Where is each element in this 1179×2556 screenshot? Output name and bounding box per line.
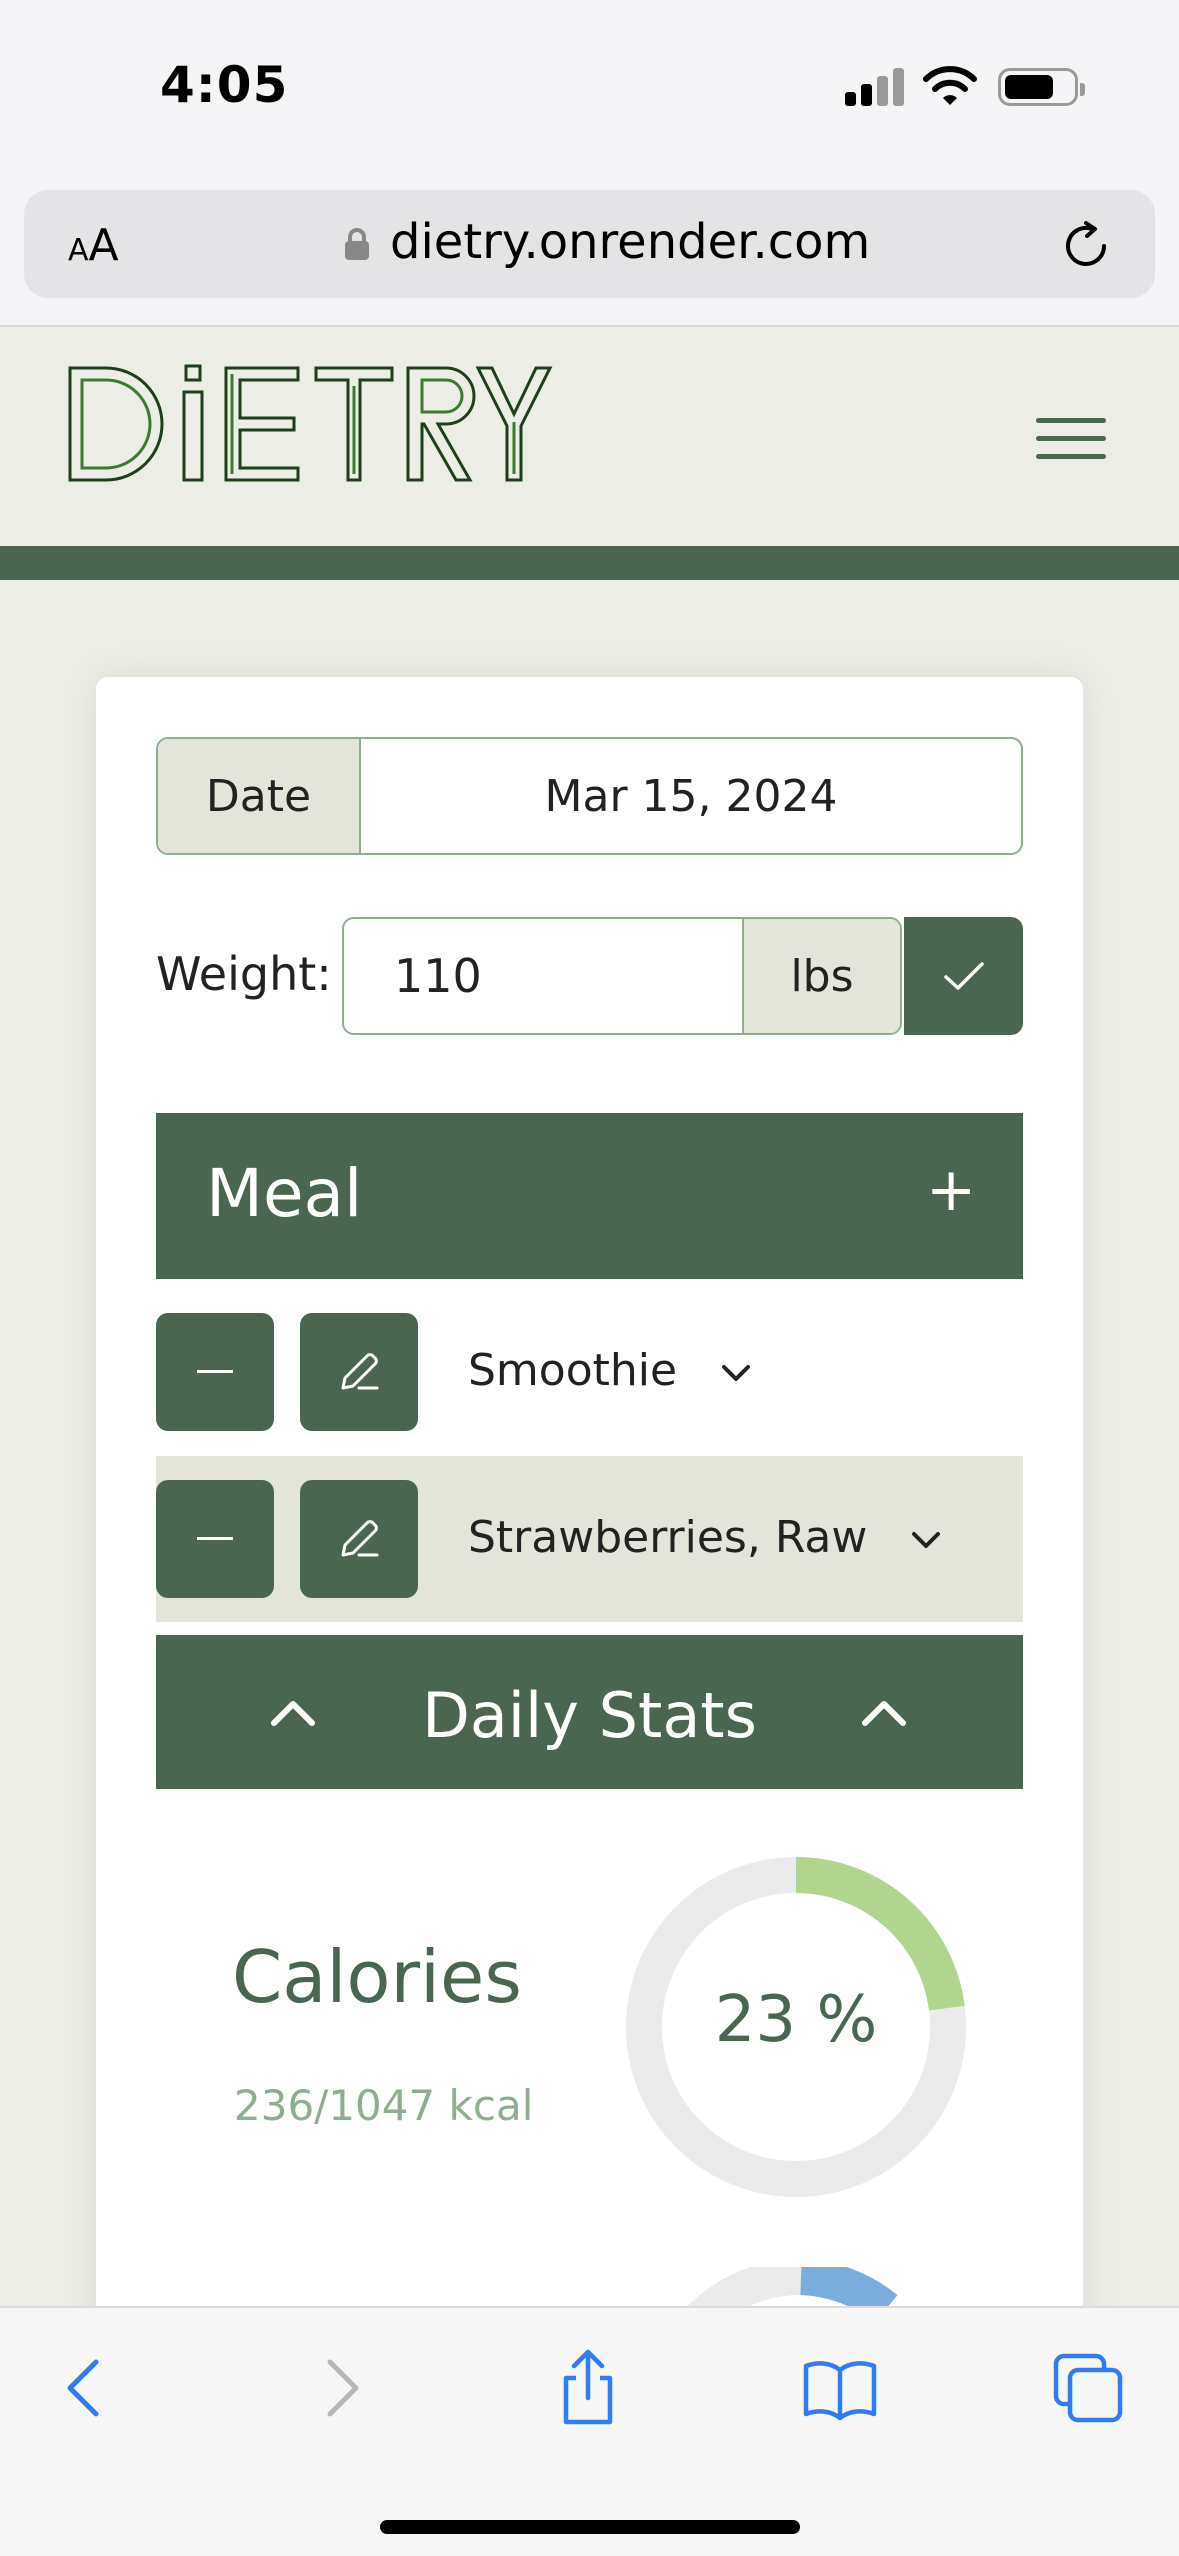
date-value[interactable]: Mar 15, 2024 [361,739,1021,853]
text-size-button[interactable]: AA [68,220,119,271]
meal-item: Strawberries, Raw [156,1456,1023,1622]
minus-icon [197,1370,233,1373]
date-picker[interactable]: Date Mar 15, 2024 [156,737,1023,855]
remove-item-button[interactable] [156,1313,274,1431]
wifi-icon [923,66,977,105]
address-bar[interactable]: AA dietry.onrender.com [24,190,1155,298]
forward-icon[interactable] [300,2348,380,2428]
calories-summary: 236/1047 kcal [234,2081,534,2130]
status-bar: 4:05 [0,0,1179,170]
tabs-icon[interactable] [1048,2348,1128,2428]
calories-title: Calories [232,1935,522,2019]
header-divider-band [0,546,1179,580]
meal-item-label[interactable]: Strawberries, Raw [468,1512,941,1563]
site-logo[interactable] [66,362,556,486]
daily-stats-toggle[interactable]: Daily Stats [156,1635,1023,1789]
home-indicator[interactable] [380,2520,800,2534]
weight-unit: lbs [742,919,900,1033]
chevron-down-icon [722,1365,751,1381]
edit-item-button[interactable] [300,1313,418,1431]
browser-toolbar [0,2306,1179,2556]
weight-label: Weight: [156,947,332,1001]
meal-header: Meal + [156,1113,1023,1279]
chevron-down-icon [912,1532,941,1548]
calories-percent: 23 % [714,1983,878,2057]
chevron-up-icon [862,1701,906,1726]
pencil-icon [341,1520,379,1557]
status-time: 4:05 [160,56,289,114]
save-weight-button[interactable] [904,917,1023,1035]
add-meal-button[interactable]: + [926,1155,976,1225]
remove-item-button[interactable] [156,1480,274,1598]
cellular-signal-icon [845,68,905,106]
edit-item-button[interactable] [300,1480,418,1598]
diary-card: Date Mar 15, 2024 Weight: lbs Meal + Smo… [96,677,1083,2377]
url-text[interactable]: dietry.onrender.com [390,214,870,270]
weight-input-group: lbs [342,917,902,1035]
check-icon [943,962,984,990]
site-header [0,328,1179,546]
share-icon[interactable] [548,2348,628,2428]
meal-item-label[interactable]: Smoothie [468,1345,751,1396]
back-icon[interactable] [46,2348,126,2428]
bookmarks-icon[interactable] [800,2348,880,2428]
meal-title: Meal [206,1155,363,1232]
weight-input[interactable] [344,919,742,1033]
browser-address-area: AA dietry.onrender.com [0,170,1179,327]
hamburger-menu-icon[interactable] [1030,414,1110,464]
date-label: Date [158,739,361,853]
meal-item: Smoothie [156,1289,1023,1455]
lock-icon [345,228,369,260]
pencil-icon [341,1353,379,1390]
minus-icon [197,1537,233,1540]
reload-icon[interactable] [1060,220,1112,272]
battery-icon [998,68,1085,106]
